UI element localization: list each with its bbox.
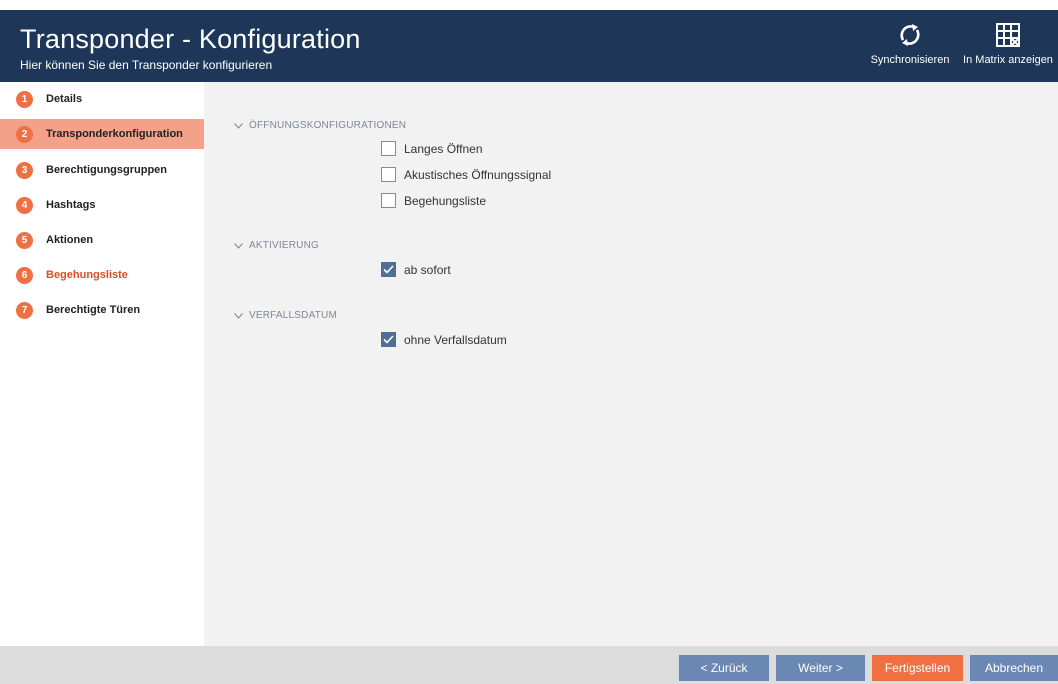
- step-hashtags[interactable]: 4 Hashtags: [0, 190, 204, 220]
- section-header-aktivierung[interactable]: AKTIVIERUNG: [234, 240, 319, 251]
- checkbox-label: Akustisches Öffnungssignal: [404, 167, 552, 182]
- section-title: VERFALLSDATUM: [249, 310, 337, 321]
- chevron-down-icon: [234, 242, 243, 249]
- synchronize-button[interactable]: Synchronisieren: [868, 22, 952, 78]
- checkmark-icon: [383, 265, 394, 274]
- section-title: ÖFFNUNGSKONFIGURATIONEN: [249, 120, 407, 131]
- checkbox-checked[interactable]: [381, 262, 396, 277]
- finish-button[interactable]: Fertigstellen: [872, 655, 963, 681]
- back-button[interactable]: < Zurück: [679, 655, 769, 681]
- step-transponderkonfiguration[interactable]: 2 Transponderkonfiguration: [0, 119, 214, 149]
- step-number-badge: 7: [16, 301, 33, 319]
- checkmark-icon: [383, 335, 394, 344]
- show-in-matrix-label: In Matrix anzeigen: [963, 54, 1053, 66]
- option-langes-oeffnen[interactable]: Langes Öffnen: [381, 141, 483, 156]
- chevron-down-icon: [234, 312, 243, 319]
- wizard-window: Transponder - Konfiguration Hier können …: [0, 0, 1058, 684]
- top-strip: [0, 0, 1058, 10]
- step-label: Transponderkonfiguration: [46, 128, 183, 140]
- sync-icon: [897, 22, 923, 48]
- page-subtitle: Hier können Sie den Transponder konfigur…: [20, 58, 273, 72]
- checkbox[interactable]: [381, 193, 396, 208]
- next-button[interactable]: Weiter >: [776, 655, 865, 681]
- step-number-badge: 3: [16, 161, 33, 179]
- step-label: Details: [46, 93, 83, 105]
- checkbox-checked[interactable]: [381, 332, 396, 347]
- checkbox[interactable]: [381, 141, 396, 156]
- checkbox-label: ab sofort: [404, 262, 451, 277]
- step-number-badge: 6: [16, 266, 33, 284]
- section-title: AKTIVIERUNG: [249, 240, 319, 251]
- step-number-badge: 5: [16, 231, 33, 249]
- step-label: Aktionen: [46, 234, 94, 246]
- option-begehungsliste[interactable]: Begehungsliste: [381, 193, 486, 208]
- header-bar: Transponder - Konfiguration Hier können …: [0, 10, 1058, 82]
- step-berechtigungsgruppen[interactable]: 3 Berechtigungsgruppen: [0, 155, 204, 185]
- step-label: Berechtigungsgruppen: [46, 164, 168, 176]
- configuration-panel: ÖFFNUNGSKONFIGURATIONEN Langes Öffnen Ak…: [204, 82, 1058, 646]
- step-number-badge: 2: [16, 125, 33, 143]
- checkbox[interactable]: [381, 167, 396, 182]
- option-ohne-verfallsdatum[interactable]: ohne Verfallsdatum: [381, 332, 507, 347]
- show-in-matrix-button[interactable]: In Matrix anzeigen: [958, 22, 1058, 78]
- chevron-down-icon: [234, 122, 243, 129]
- cancel-button[interactable]: Abbrechen: [970, 655, 1058, 681]
- step-begehungsliste[interactable]: 6 Begehungsliste: [0, 260, 204, 290]
- step-number-badge: 1: [16, 90, 33, 108]
- section-header-verfallsdatum[interactable]: VERFALLSDATUM: [234, 310, 337, 321]
- step-aktionen[interactable]: 5 Aktionen: [0, 225, 204, 255]
- option-ab-sofort[interactable]: ab sofort: [381, 262, 451, 277]
- checkbox-label: Langes Öffnen: [404, 141, 483, 156]
- step-berechtigte-tueren[interactable]: 7 Berechtigte Türen: [0, 295, 204, 325]
- matrix-grid-icon: [995, 22, 1021, 48]
- step-number-badge: 4: [16, 196, 33, 214]
- page-title: Transponder - Konfiguration: [20, 24, 361, 54]
- step-label: Begehungsliste: [46, 269, 128, 281]
- wizard-steps-sidebar: 1 Details 2 Transponderkonfiguration 3 B…: [0, 82, 214, 646]
- section-header-oeffnungskonfigurationen[interactable]: ÖFFNUNGSKONFIGURATIONEN: [234, 120, 406, 131]
- option-akustisches-oeffnungssignal[interactable]: Akustisches Öffnungssignal: [381, 167, 551, 182]
- step-label: Berechtigte Türen: [46, 304, 141, 316]
- checkbox-label: Begehungsliste: [404, 193, 487, 208]
- checkbox-label: ohne Verfallsdatum: [404, 332, 507, 347]
- step-details[interactable]: 1 Details: [0, 84, 204, 114]
- step-label: Hashtags: [46, 199, 96, 211]
- synchronize-label: Synchronisieren: [870, 54, 950, 66]
- footer-bar: < Zurück Weiter > Fertigstellen Abbreche…: [0, 646, 1058, 684]
